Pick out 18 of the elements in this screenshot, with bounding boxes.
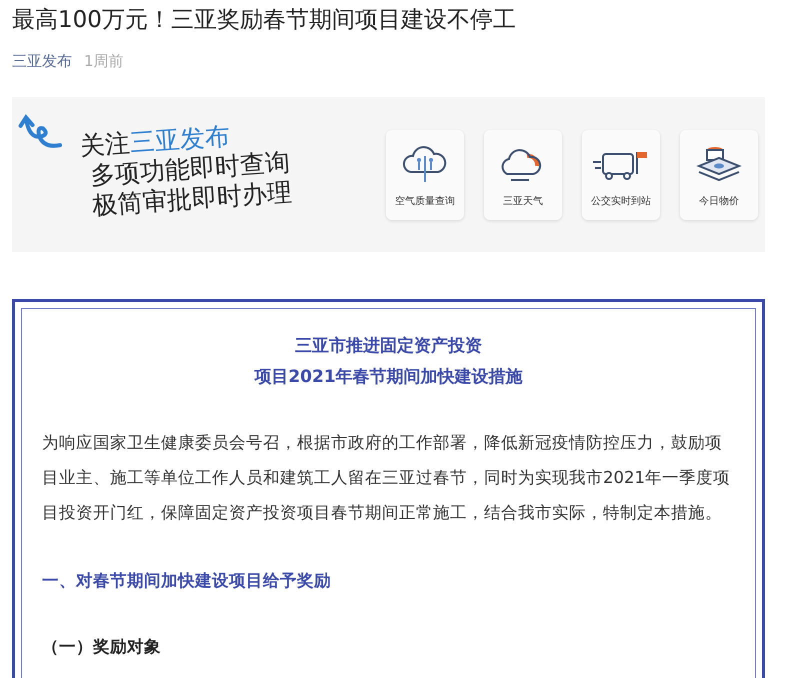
service-label: 公交实时到站 [591, 194, 651, 208]
section-heading: 一、对春节期间加快建设项目给予奖励 [42, 570, 332, 592]
notice-paragraph: 为响应国家卫生健康委员会号召，根据市政府的工作部署，降低新冠疫情防控压力，鼓励项目业主、施工等单位工作人员和建筑工人留在三亚过春节，同时为实现我市2021年一季度项目投资开门红，保障固定资产投资项目春节期间正常施工，结合我市实际，特制定本措施。 [42, 432, 731, 524]
brand-text: 三亚发布 [129, 120, 231, 157]
service-label: 空气质量查询 [395, 194, 455, 208]
slogan-text: 关注 [79, 128, 132, 162]
notice-title: 三亚市推进固定资产投资 [295, 335, 482, 358]
service-label: 三亚天气 [503, 194, 543, 208]
author-link[interactable]: 三亚发布 [12, 52, 72, 71]
service-card[interactable]: 三亚天气 [484, 130, 562, 220]
service-card[interactable]: 公交实时到站 [582, 130, 660, 220]
subsection-heading: （一）奖励对象 [42, 636, 162, 658]
publish-time: 1周前 [84, 52, 124, 71]
article-title: 最高100万元！三亚奖励春节期间项目建设不停工 [11, 6, 517, 34]
service-label: 今日物价 [699, 194, 739, 208]
service-card[interactable]: 空气质量查询 [386, 130, 464, 220]
notice-title: 项目2021年春节期间加快建设措施 [254, 366, 523, 389]
service-card[interactable]: 今日物价 [680, 130, 758, 220]
